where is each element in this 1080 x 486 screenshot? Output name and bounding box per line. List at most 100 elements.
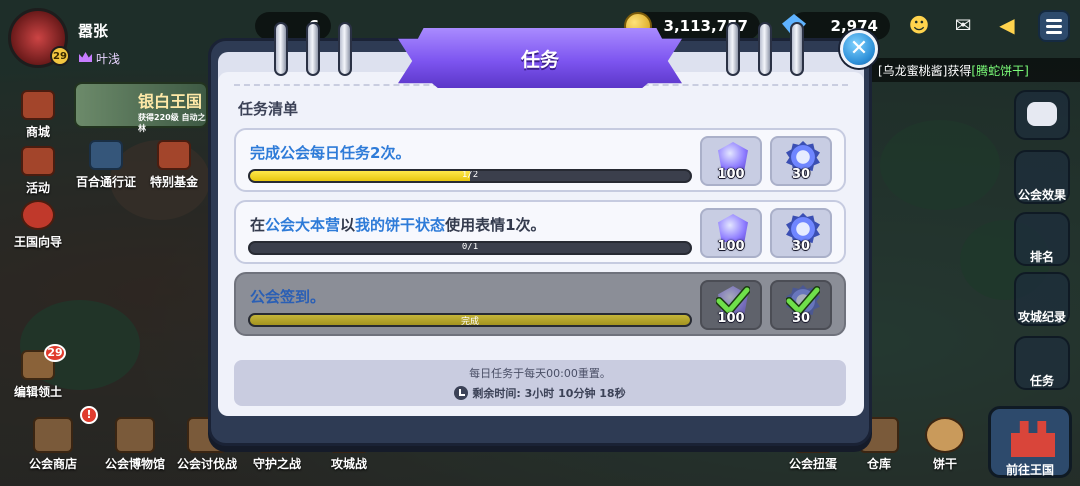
edit-badge: 29: [44, 344, 66, 362]
task-row[interactable]: 在公会大本营以我的饼干状态使用表情1次。 0/1 100 30: [234, 200, 846, 264]
fund-label: 特别基金: [149, 175, 198, 189]
guild-effect-label: 公会效果: [1017, 188, 1066, 202]
binder-ring: [790, 22, 804, 76]
gacha-label: 公会扭蛋: [788, 457, 837, 471]
mail-icon[interactable]: ✉: [946, 10, 980, 40]
task-button[interactable]: 任务: [1014, 336, 1070, 390]
task-text-part: 使用表情1次。: [445, 216, 546, 234]
task-description: 在公会大本营以我的饼干状态使用表情1次。: [250, 214, 546, 235]
task-text-part: 以: [340, 216, 356, 234]
notice-item: [腾蛇饼干]: [971, 64, 1029, 78]
task-text-part: 在: [250, 216, 266, 234]
task-row[interactable]: 公会签到。 完成 100 30: [234, 272, 846, 336]
modal-title: 任务: [398, 28, 682, 88]
reset-info: 每日任务于每天00:00重置。 剩余时间: 3小时 10分钟 18秒: [234, 360, 846, 406]
edit-label: 编辑领土: [13, 385, 62, 399]
binder-ring: [726, 22, 740, 76]
museum-icon: [115, 417, 155, 453]
reward-medal: 30: [770, 280, 832, 330]
task-description: 完成公会每日任务2次。: [250, 142, 410, 163]
gem-reward-icon: [718, 142, 748, 170]
compass-icon: [21, 200, 55, 230]
guild-effect-button[interactable]: 公会效果: [1014, 150, 1070, 204]
rank-button[interactable]: 排名: [1014, 212, 1070, 266]
museum-button[interactable]: 公会博物馆: [98, 417, 172, 472]
pass-button[interactable]: 百合通行证: [72, 140, 140, 190]
task-progress-label: 完成: [460, 317, 479, 327]
gift-icon: [21, 146, 55, 176]
reward-medal[interactable]: 30: [770, 208, 832, 258]
task-progress-label: 0/1: [461, 242, 479, 252]
guild-shop-button[interactable]: 公会商店: [16, 417, 90, 472]
task-text-part: 完成公会每日任务2次。: [250, 144, 411, 162]
task-row[interactable]: 完成公会每日任务2次。 1/2 100 30: [234, 128, 846, 192]
fund-icon: [157, 140, 191, 170]
announcement-icon[interactable]: ◀: [990, 10, 1024, 40]
binder-ring: [306, 22, 320, 76]
reward-medal[interactable]: 30: [770, 136, 832, 186]
chat-icon: [1027, 102, 1057, 126]
menu-icon[interactable]: [1038, 10, 1070, 42]
shop-button[interactable]: 商城: [4, 90, 72, 140]
task-progress-bar: 完成: [248, 313, 692, 327]
reward-amount: 100: [717, 311, 745, 326]
go-kingdom-button[interactable]: 前往王国: [988, 406, 1072, 478]
reward-amount: 30: [791, 167, 811, 182]
broadcast-notice: [乌龙蜜桃酱]获得[腾蛇饼干]: [870, 58, 1080, 82]
defense-label: 守护之战: [252, 457, 301, 471]
guide-button[interactable]: 王国向导: [4, 200, 72, 250]
silver-kingdom-banner[interactable]: 银白王国 获得220级 自动之林: [74, 82, 208, 133]
raid-label: 公会讨伐战: [176, 457, 237, 471]
reward-gem[interactable]: 100: [700, 136, 762, 186]
guild-shop-icon: [33, 417, 73, 453]
task-text-highlight: 公会大本营: [265, 216, 341, 234]
task-description: 公会签到。: [250, 286, 325, 307]
cookie-button[interactable]: 饼干: [908, 417, 982, 472]
notice-user: [乌龙蜜桃酱]: [878, 64, 948, 78]
gem-reward-icon: [718, 214, 748, 242]
shop-label: 商城: [25, 125, 50, 139]
task-text-part: 公会签到。: [250, 288, 326, 306]
task-progress-bar: 1/2: [248, 169, 692, 183]
go-kingdom-label: 前往王国: [1005, 463, 1054, 477]
player-name: 嚣张: [78, 22, 109, 40]
remaining-time-text: 剩余时间: 3小时 10分钟 18秒: [472, 387, 626, 400]
cookie-label: 饼干: [932, 457, 957, 471]
reward-amount: 100: [717, 167, 745, 182]
reward-gem: 100: [700, 280, 762, 330]
binder-ring: [274, 22, 288, 76]
shop-icon: [21, 90, 55, 120]
storage-label: 仓库: [866, 457, 891, 471]
binder-ring: [338, 22, 352, 76]
reward-amount: 30: [791, 239, 811, 254]
reset-text: 每日任务于每天00:00重置。: [469, 367, 611, 380]
notice-verb: 获得: [947, 64, 972, 78]
banner-title: 银白王国: [138, 92, 203, 111]
event-button[interactable]: 活动: [4, 146, 72, 196]
chat-button[interactable]: [1014, 90, 1070, 140]
close-icon[interactable]: ✕: [840, 30, 878, 68]
clock-icon: [454, 386, 469, 400]
player-level: 29: [50, 46, 70, 66]
event-label: 活动: [25, 181, 50, 195]
section-title: 任务清单: [238, 100, 299, 118]
banner-sub: 获得220级 自动之林: [138, 113, 206, 133]
pass-icon: [89, 140, 123, 170]
cookie-icon: [925, 417, 965, 453]
fund-button[interactable]: 特别基金: [140, 140, 208, 190]
task-progress-bar: 0/1: [248, 241, 692, 255]
task-progress-label: 1/2: [461, 170, 479, 180]
guild-shop-label: 公会商店: [28, 457, 77, 471]
reward-gem[interactable]: 100: [700, 208, 762, 258]
siege-label: 攻城战: [330, 457, 367, 471]
task-label: 任务: [1029, 374, 1054, 388]
siege-record-label: 攻城纪录: [1017, 310, 1066, 324]
task-text-highlight: 我的饼干状态: [355, 216, 446, 234]
rank-label: 排名: [1029, 250, 1054, 264]
siege-record-button[interactable]: 攻城纪录: [1014, 272, 1070, 326]
friends-icon[interactable]: ☻: [902, 10, 936, 40]
gem-counter[interactable]: 2,974: [782, 12, 890, 40]
reward-amount: 30: [791, 311, 811, 326]
reward-amount: 100: [717, 239, 745, 254]
pass-label: 百合通行证: [75, 175, 136, 189]
